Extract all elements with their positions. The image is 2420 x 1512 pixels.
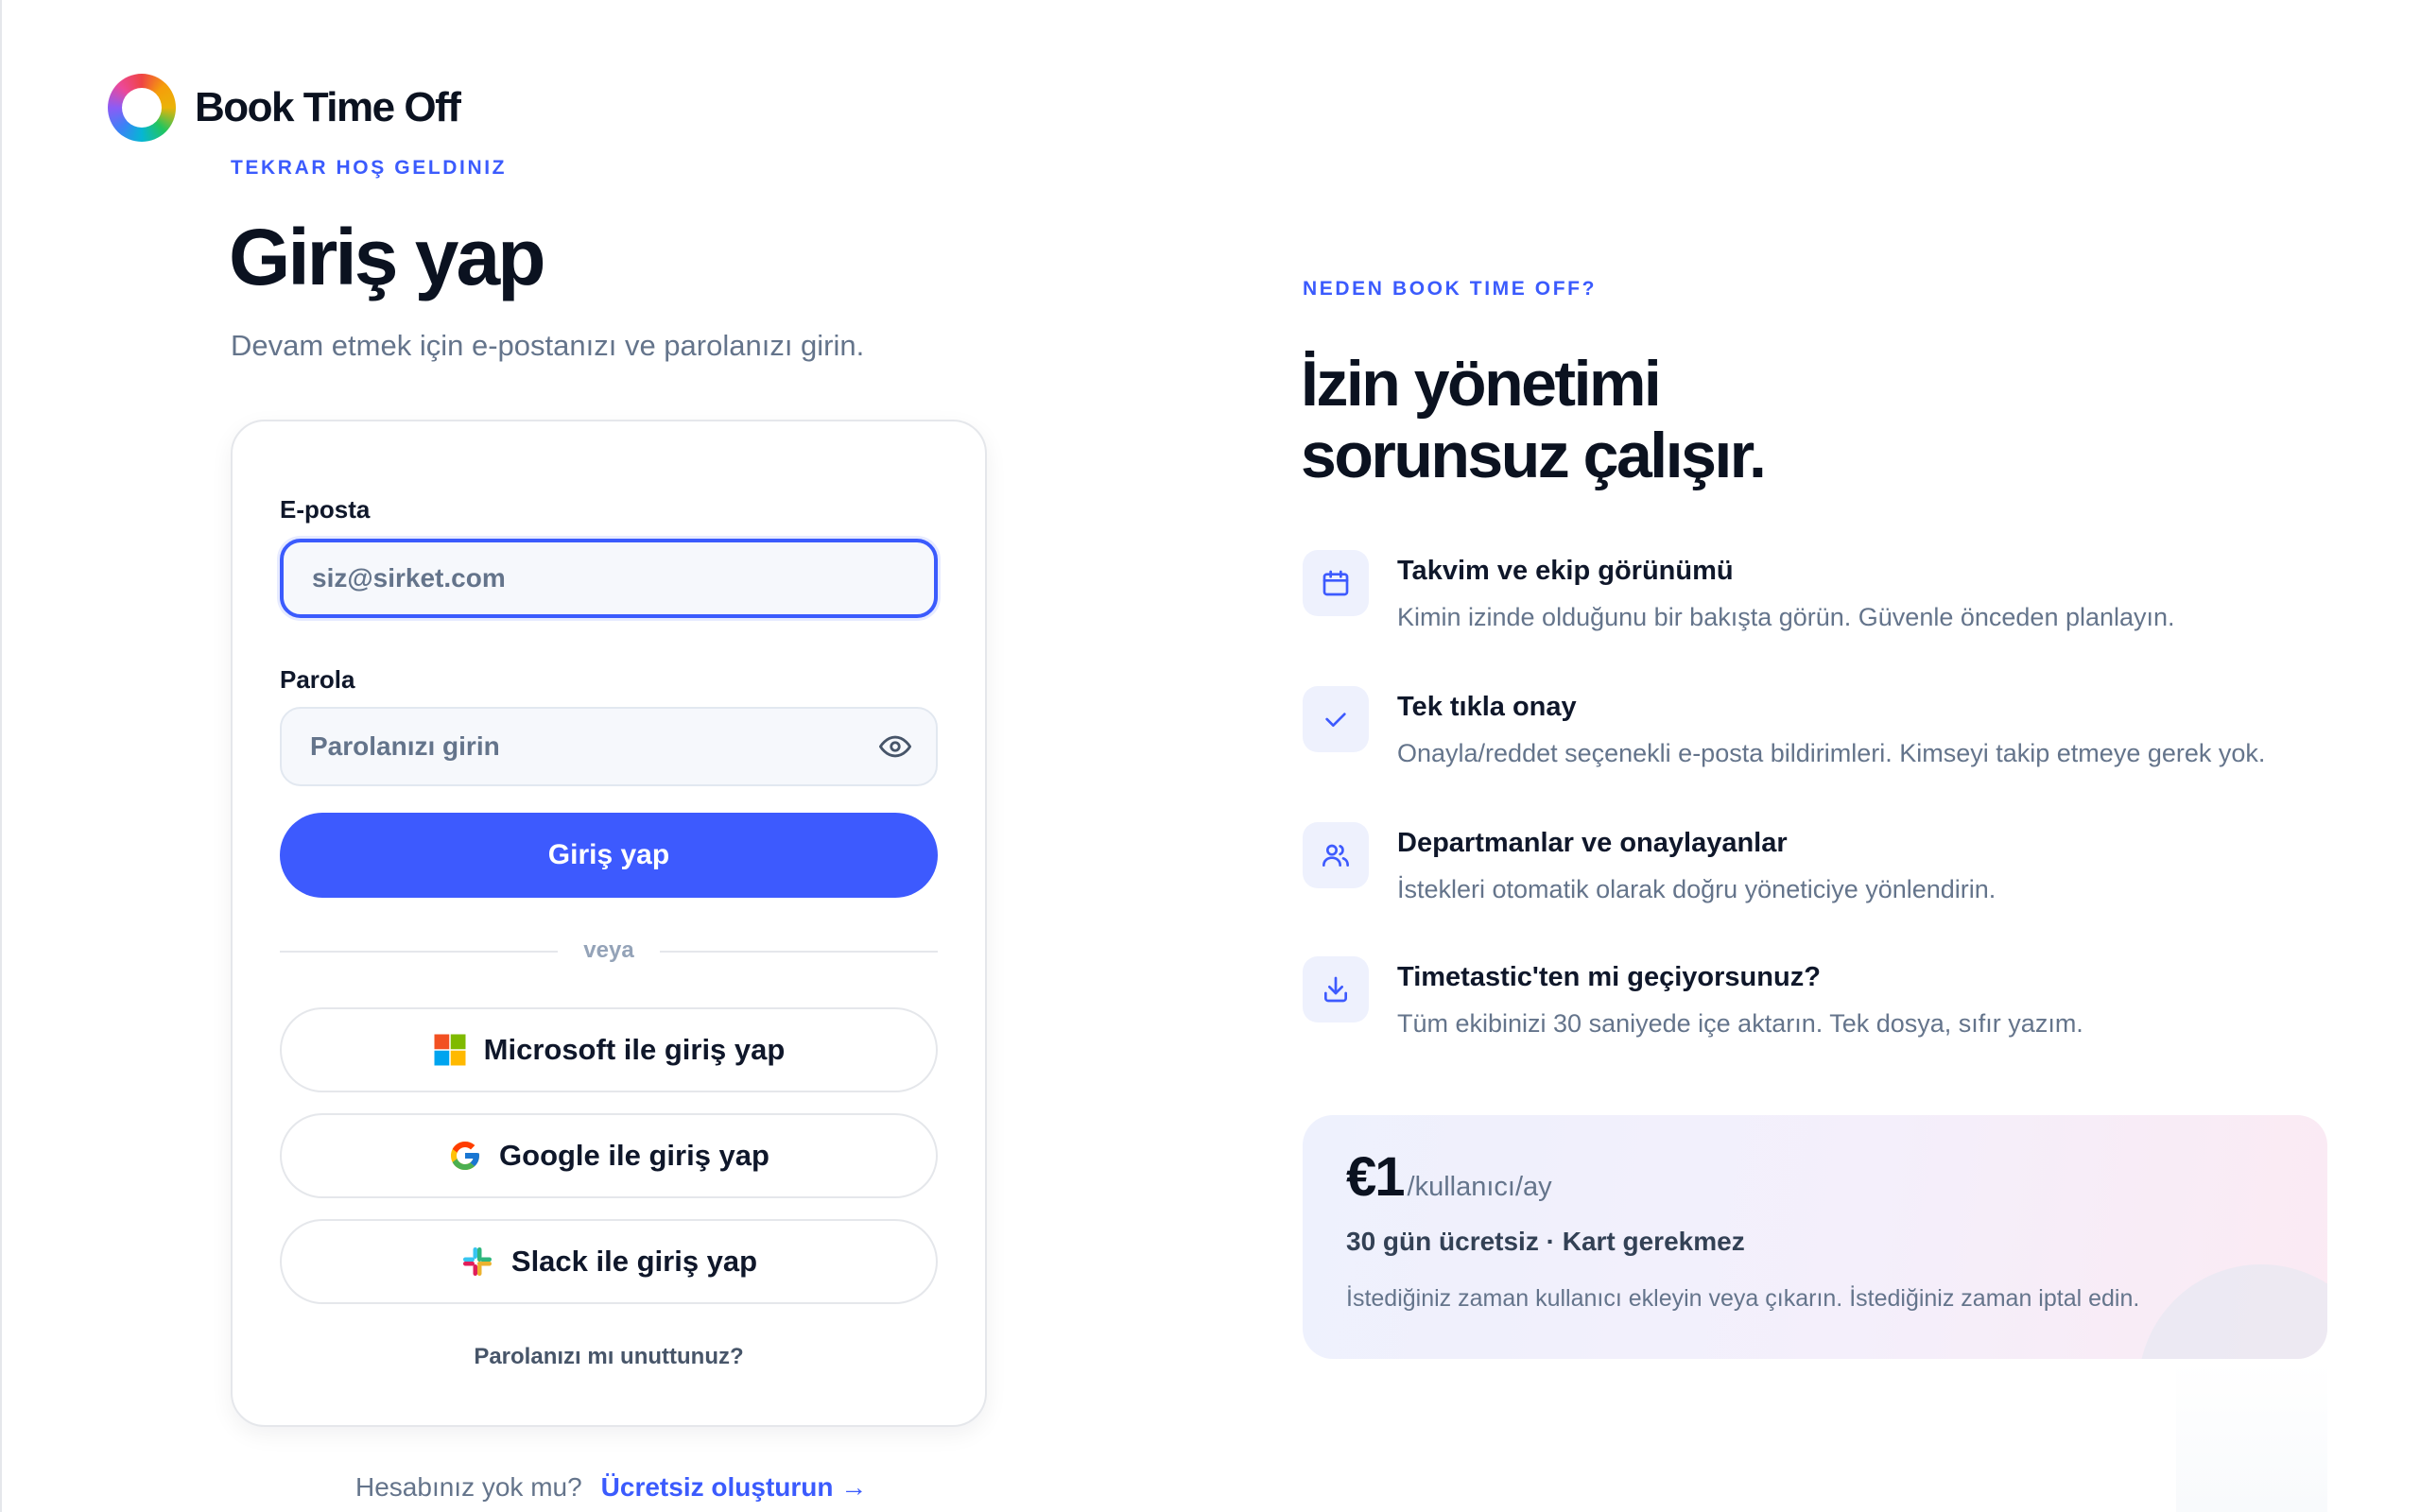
page-title: Giriş yap	[229, 213, 546, 301]
price-note: İstediğiniz zaman kullanıcı ekleyin veya…	[1346, 1285, 2140, 1312]
microsoft-login-button[interactable]: Microsoft ile giriş yap	[280, 1007, 938, 1092]
forgot-password-link[interactable]: Parolanızı mı unuttunuz?	[233, 1344, 985, 1370]
email-placeholder: siz@sirket.com	[312, 563, 506, 593]
brand-logo[interactable]: Book Time Off	[108, 74, 461, 142]
microsoft-icon	[434, 1034, 466, 1066]
login-eyebrow: TEKRAR HOŞ GELDINIZ	[231, 157, 508, 179]
email-input[interactable]: siz@sirket.com	[280, 539, 938, 618]
signup-prompt: Hesabınız yok mu?	[355, 1472, 582, 1502]
google-icon	[451, 1142, 480, 1170]
microsoft-login-label: Microsoft ile giriş yap	[483, 1033, 786, 1066]
feature-icon-box	[1303, 956, 1369, 1022]
price-value: €1	[1346, 1146, 1405, 1208]
login-button[interactable]: Giriş yap	[280, 813, 938, 898]
divider-line-right	[660, 951, 938, 953]
page-subtitle: Devam etmek için e-postanızı ve parolanı…	[231, 329, 865, 362]
feature-icon-box	[1303, 822, 1369, 888]
price-trial: 30 gün ücretsiz · Kart gerekmez	[1346, 1227, 1745, 1256]
feature-item: Tek tıkla onay Onayla/reddet seçenekli e…	[1303, 686, 2342, 790]
logo-ring-icon	[108, 74, 176, 142]
signup-link[interactable]: Ücretsiz oluşturun →	[601, 1472, 868, 1503]
feature-desc: Kimin izinde olduğunu bir bakışta görün.…	[1397, 603, 2175, 631]
feature-title: Timetastic'ten mi geçiyorsunuz?	[1397, 962, 1821, 992]
slack-icon	[462, 1247, 492, 1276]
password-label: Parola	[280, 665, 355, 694]
password-input[interactable]: Parolanızı girin	[280, 707, 938, 786]
promo-headline-line2: sorunsuz çalışır.	[1301, 420, 1767, 491]
price-unit: /kullanıcı/ay	[1407, 1172, 1552, 1202]
google-login-label: Google ile giriş yap	[499, 1139, 769, 1172]
email-label: E-posta	[280, 495, 371, 524]
google-login-button[interactable]: Google ile giriş yap	[280, 1113, 938, 1198]
promo-headline: İzin yönetimi sorunsuz çalışır.	[1301, 348, 1767, 491]
feature-title: Departmanlar ve onaylayanlar	[1397, 828, 1788, 858]
pricing-card: €1 /kullanıcı/ay 30 gün ücretsiz · Kart …	[1303, 1115, 2327, 1359]
feature-item: Departmanlar ve onaylayanlar İstekleri o…	[1303, 822, 2342, 926]
brand-name: Book Time Off	[195, 84, 461, 130]
slack-login-label: Slack ile giriş yap	[510, 1245, 758, 1278]
download-icon	[1324, 976, 1347, 1003]
signup-row: Hesabınız yok mu? Ücretsiz oluşturun →	[355, 1472, 867, 1503]
login-card: E-posta siz@sirket.com Parola Parolanızı…	[231, 420, 987, 1427]
price-row: €1 /kullanıcı/ay	[1346, 1145, 1552, 1209]
feature-desc: Tüm ekibinizi 30 saniyede içe aktarın. T…	[1397, 1009, 2083, 1038]
eye-icon[interactable]	[879, 730, 911, 763]
feature-title: Tek tıkla onay	[1397, 692, 1577, 722]
feature-item: Timetastic'ten mi geçiyorsunuz? Tüm ekib…	[1303, 956, 2342, 1060]
login-page: Book Time Off TEKRAR HOŞ GELDINIZ Giriş …	[0, 0, 2420, 1512]
feature-desc: İstekleri otomatik olarak doğru yönetici…	[1397, 875, 1996, 903]
password-placeholder: Parolanızı girin	[310, 731, 500, 761]
slack-login-button[interactable]: Slack ile giriş yap	[280, 1219, 938, 1304]
promo-eyebrow: NEDEN BOOK TIME OFF?	[1303, 278, 1597, 300]
decorative-fade	[2176, 1361, 2327, 1512]
users-icon	[1322, 844, 1349, 867]
feature-icon-box	[1303, 686, 1369, 752]
calendar-icon	[1322, 570, 1349, 596]
promo-headline-line1: İzin yönetimi	[1301, 348, 1662, 420]
feature-desc: Onayla/reddet seçenekli e-posta bildirim…	[1397, 739, 2266, 767]
feature-title: Takvim ve ekip görünümü	[1397, 556, 1734, 586]
feature-icon-box	[1303, 550, 1369, 616]
check-icon	[1325, 713, 1346, 727]
feature-item: Takvim ve ekip görünümü Kimin izinde old…	[1303, 550, 2342, 654]
